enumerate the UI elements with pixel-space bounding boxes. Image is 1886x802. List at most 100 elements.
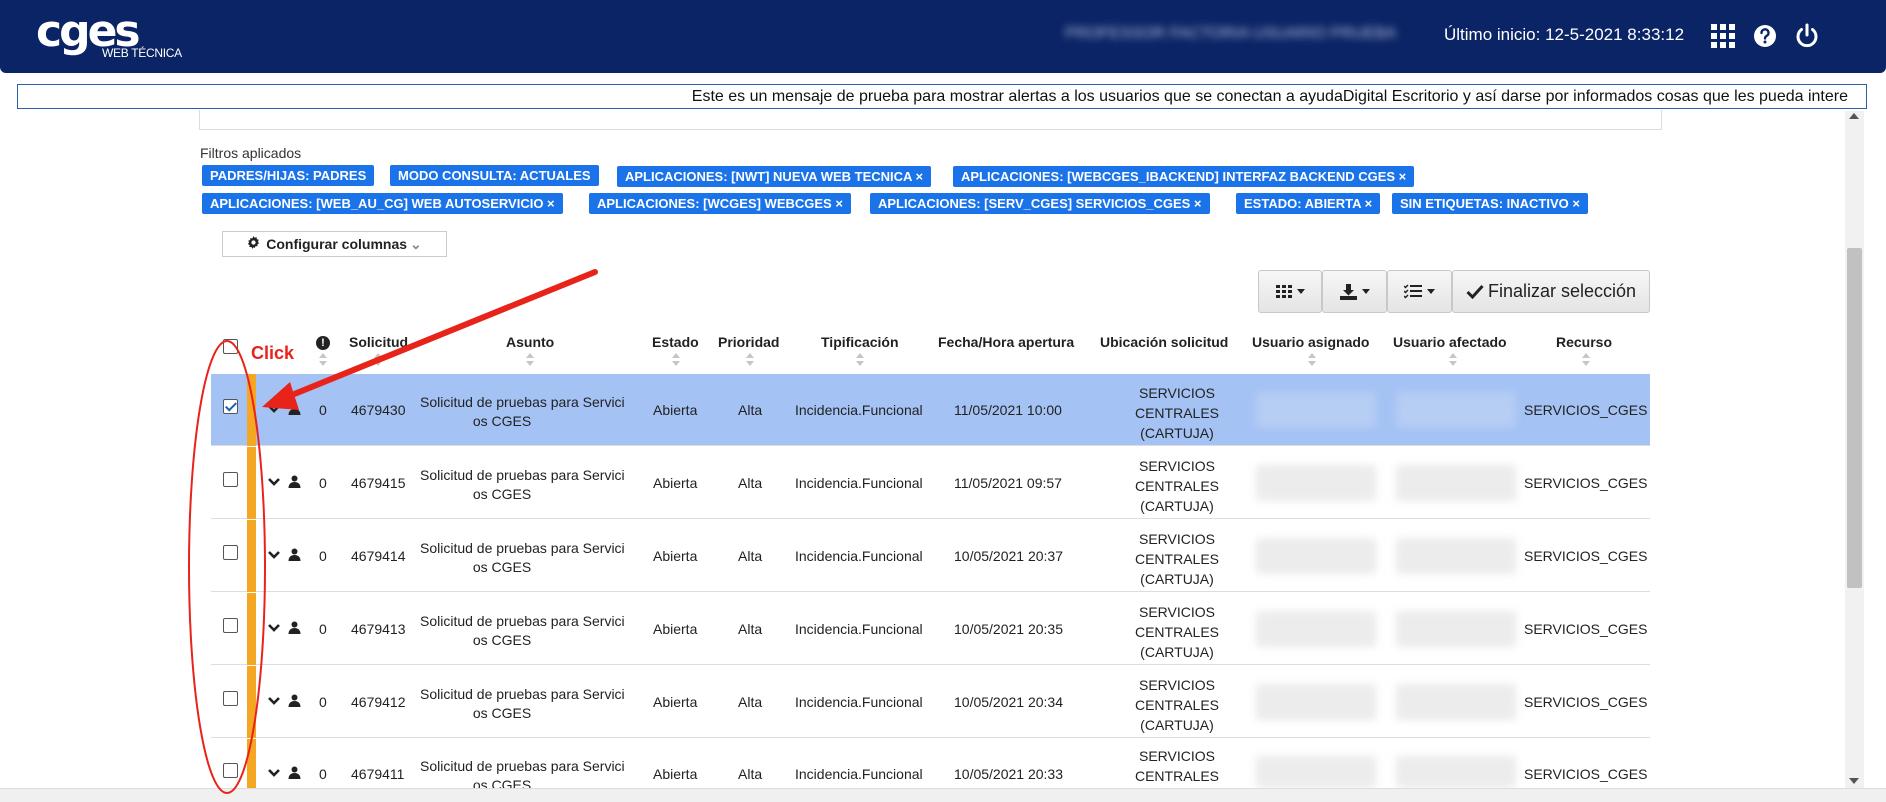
user-icon[interactable] [288,548,301,561]
scroll-up-arrow-icon[interactable] [1849,113,1859,119]
assigned-user-cell [1256,611,1376,647]
subject-line-1: Solicitud de pruebas para Servici [420,686,625,702]
col-header-usuario-afectado[interactable]: Usuario afectado [1393,334,1507,350]
sort-icon[interactable] [746,353,754,367]
col-header-tipificacion[interactable]: Tipificación [821,334,899,350]
filter-chip-wcges[interactable]: APLICACIONES: [WCGES] WEBCGES × [589,193,851,214]
download-button[interactable] [1322,270,1387,313]
user-icon[interactable] [288,694,301,707]
sort-icon[interactable] [672,353,680,367]
row-checkbox[interactable] [223,691,238,706]
chevron-down-icon[interactable] [268,695,280,707]
user-name: PROFESSOR FACTORIA USUARIO PRUEBA [1065,25,1397,42]
type-cell: Incidencia.Funcional [795,548,923,564]
request-id[interactable]: 4679414 [351,548,406,564]
filter-chip-padres[interactable]: PADRES/HIJAS: PADRES [202,165,375,186]
col-header-fecha[interactable]: Fecha/Hora apertura [938,334,1074,350]
view-mode-button[interactable] [1258,270,1322,313]
row-checkbox[interactable] [223,763,238,778]
sort-icon[interactable] [374,353,382,367]
cges-logo[interactable]: cges WEB TÉCNICA [36,10,182,61]
row-count: 0 [319,548,327,564]
checklist-button[interactable] [1387,270,1452,313]
sort-icon[interactable] [319,353,327,367]
ticker-message: Este es un mensaje de prueba para mostra… [691,88,1848,105]
sort-icon[interactable] [1449,353,1457,367]
chevron-down-icon[interactable] [268,403,280,415]
row-checkbox[interactable] [223,618,238,633]
priority-bar [247,593,256,665]
col-header-ubicacion[interactable]: Ubicación solicitud [1100,334,1228,350]
chevron-down-icon[interactable] [268,476,280,488]
filter-chip-nwt[interactable]: APLICACIONES: [NWT] NUEVA WEB TECNICA × [617,166,932,187]
priority-bar [247,447,256,519]
request-id[interactable]: 4679412 [351,694,406,710]
user-icon[interactable] [288,475,301,488]
power-icon[interactable] [1793,22,1821,50]
assigned-user-cell [1256,465,1376,501]
vertical-scrollbar[interactable] [1845,111,1864,788]
chevron-down-icon[interactable] [268,549,280,561]
col-header-usuario-asignado[interactable]: Usuario asignado [1252,334,1369,350]
col-header-solicitud[interactable]: Solicitud [349,334,408,350]
scroll-down-arrow-icon[interactable] [1849,778,1859,784]
location-cell: SERVICIOS CENTRALES (CARTUJA) [1117,529,1237,589]
col-header-estado[interactable]: Estado [652,334,699,350]
table-row[interactable]: 0 4679411 Solicitud de pruebas para Serv… [211,739,1650,788]
alert-ticker: Este es un mensaje de prueba para mostra… [17,84,1867,109]
request-id[interactable]: 4679411 [351,766,404,782]
table-row[interactable]: 0 4679414 Solicitud de pruebas para Serv… [211,520,1650,592]
chevron-down-icon[interactable] [268,767,280,779]
subject-cell: Solicitud de pruebas para Servici os CGE… [420,466,625,504]
request-id[interactable]: 4679413 [351,621,406,637]
scrollbar-thumb[interactable] [1847,248,1862,588]
table-row[interactable]: 0 4679412 Solicitud de pruebas para Serv… [211,666,1650,738]
subject-cell: Solicitud de pruebas para Servici os CGE… [420,612,625,650]
user-icon[interactable] [288,766,301,779]
filter-chip-serv-cges[interactable]: APLICACIONES: [SERV_CGES] SERVICIOS_CGES… [870,193,1210,214]
date-cell: 10/05/2021 20:37 [954,548,1063,564]
col-header-recurso[interactable]: Recurso [1556,334,1612,350]
table-row[interactable]: 0 4679415 Solicitud de pruebas para Serv… [211,447,1650,519]
subject-cell: Solicitud de pruebas para Servici os CGE… [420,757,625,788]
status-cell: Abierta [653,694,698,710]
table-row[interactable]: 0 4679430 Solicitud de pruebas para Serv… [211,374,1650,446]
location-line-1: SERVICIOS [1139,604,1215,620]
col-header-asunto[interactable]: Asunto [506,334,554,350]
top-header: cges WEB TÉCNICA PROFESSOR FACTORIA USUA… [0,0,1886,73]
chevron-down-icon[interactable] [268,622,280,634]
table-row[interactable]: 0 4679413 Solicitud de pruebas para Serv… [211,593,1650,665]
type-cell: Incidencia.Funcional [795,475,923,491]
apps-grid-icon[interactable] [1709,22,1737,50]
type-cell: Incidencia.Funcional [795,694,923,710]
request-id[interactable]: 4679430 [351,402,406,418]
row-checkbox[interactable] [223,399,238,414]
user-icon[interactable] [288,621,301,634]
filter-chip-estado[interactable]: ESTADO: ABIERTA × [1236,193,1381,214]
finalize-selection-button[interactable]: Finalizar selección [1452,270,1650,313]
sort-icon[interactable] [1582,353,1590,367]
filter-chip-sin-etiquetas[interactable]: SIN ETIQUETAS: INACTIVO × [1392,193,1588,214]
sort-icon[interactable] [1308,353,1316,367]
col-header-prioridad[interactable]: Prioridad [718,334,779,350]
subject-line-2: os CGES [472,413,532,429]
configure-columns-button[interactable]: Configurar columnas ⌄ [222,231,447,257]
sort-icon[interactable] [856,353,864,367]
location-line-2: CENTRALES [1134,551,1220,567]
select-all-checkbox[interactable] [223,339,238,354]
date-cell: 11/05/2021 09:57 [954,475,1062,491]
filter-chip-modo[interactable]: MODO CONSULTA: ACTUALES [390,165,599,186]
help-icon[interactable] [1751,22,1779,50]
request-id[interactable]: 4679415 [351,475,406,491]
filter-chip-webcges-ibackend[interactable]: APLICACIONES: [WEBCGES_IBACKEND] INTERFA… [953,166,1415,187]
location-line-1: SERVICIOS [1139,385,1215,401]
location-line-3: (CARTUJA) [1140,571,1214,587]
row-checkbox[interactable] [223,545,238,560]
assigned-user-cell [1256,392,1376,428]
grid-view-icon [1275,284,1292,298]
user-icon[interactable] [288,402,301,415]
sort-icon[interactable] [526,353,534,367]
row-checkbox[interactable] [223,472,238,487]
filter-chip-web-au-cg[interactable]: APLICACIONES: [WEB_AU_CG] WEB AUTOSERVIC… [202,193,563,214]
location-cell: SERVICIOS CENTRALES (CARTUJA) [1117,602,1237,662]
